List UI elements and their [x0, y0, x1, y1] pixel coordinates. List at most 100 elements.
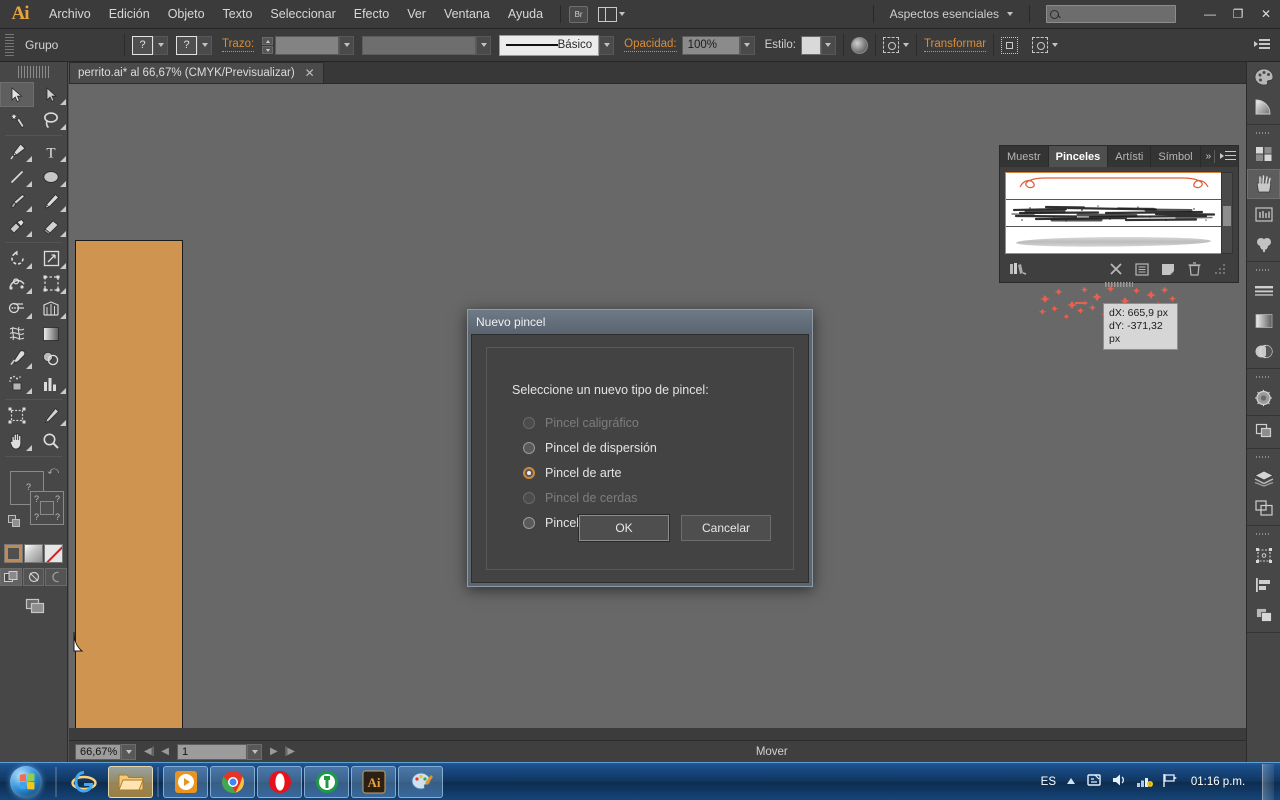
- draw-behind-button[interactable]: [22, 568, 45, 586]
- paintbrush-tool[interactable]: [0, 189, 34, 214]
- column-graph-tool[interactable]: [34, 371, 68, 396]
- artboards-panel-icon[interactable]: [1247, 493, 1280, 523]
- control-bar-grip[interactable]: [5, 34, 14, 56]
- transparency-panel-icon[interactable]: [1247, 336, 1280, 366]
- graphic-style-swatch[interactable]: [800, 35, 821, 55]
- last-page-icon[interactable]: |▶: [285, 746, 295, 757]
- google-chrome-icon[interactable]: [210, 765, 255, 798]
- ellipse-tool[interactable]: [34, 164, 68, 189]
- delete-brush-icon[interactable]: [1181, 260, 1207, 278]
- internet-explorer-icon[interactable]: [61, 766, 106, 798]
- artboard-tool[interactable]: [0, 403, 34, 428]
- menu-efecto[interactable]: Efecto: [345, 0, 398, 29]
- start-button[interactable]: [0, 764, 52, 800]
- draw-normal-button[interactable]: [0, 568, 22, 586]
- slice-tool[interactable]: [34, 403, 68, 428]
- search-input[interactable]: [1046, 5, 1176, 23]
- bridge-icon[interactable]: Br: [569, 5, 589, 23]
- radio-row-calligraphic[interactable]: Pincel caligráfico: [523, 410, 793, 435]
- list-item[interactable]: [1006, 227, 1222, 253]
- magic-wand-tool[interactable]: [0, 107, 34, 132]
- artboard-number-input[interactable]: 1: [177, 743, 247, 760]
- blend-tool[interactable]: [34, 346, 68, 371]
- close-button[interactable]: ✕: [1252, 4, 1280, 24]
- menu-ventana[interactable]: Ventana: [435, 0, 499, 29]
- brush-libraries-icon[interactable]: [1005, 260, 1031, 278]
- antivirus-icon[interactable]: [304, 765, 349, 798]
- default-fill-stroke-icon[interactable]: [8, 515, 21, 528]
- pencil-tool[interactable]: [34, 189, 68, 214]
- color-guide-icon[interactable]: [1247, 92, 1280, 122]
- list-item[interactable]: [1006, 200, 1222, 227]
- pathfinder-panel-icon[interactable]: [1247, 416, 1280, 446]
- menu-objeto[interactable]: Objeto: [159, 0, 214, 29]
- minimize-button[interactable]: —: [1196, 4, 1224, 24]
- radio-art[interactable]: [523, 466, 535, 479]
- illustrator-icon[interactable]: Ai: [351, 765, 396, 798]
- graphic-style-dropdown[interactable]: [820, 35, 836, 55]
- brush-definition-dropdown[interactable]: [599, 35, 615, 55]
- scrollbar-thumb[interactable]: [1223, 206, 1231, 226]
- network-icon[interactable]: !: [1136, 773, 1153, 791]
- menu-archivo[interactable]: Archivo: [40, 0, 100, 29]
- action-center-icon[interactable]: [1086, 772, 1102, 791]
- windows-explorer-icon[interactable]: [108, 765, 153, 798]
- remove-brush-link-icon[interactable]: [1103, 260, 1129, 278]
- stroke-weight-label[interactable]: Trazo:: [222, 38, 255, 52]
- zoom-tool[interactable]: [34, 428, 68, 453]
- tab-simbolos[interactable]: Símbol: [1151, 146, 1201, 167]
- dock-group-grip[interactable]: [1256, 372, 1271, 381]
- language-indicator[interactable]: ES: [1041, 776, 1056, 788]
- radio-row-bristle[interactable]: Pincel de cerdas: [523, 485, 793, 510]
- isolate-selected-icon[interactable]: [882, 37, 899, 53]
- radio-scatter[interactable]: [523, 441, 535, 454]
- status-text[interactable]: Mover: [303, 746, 1241, 758]
- lasso-tool[interactable]: [34, 107, 68, 132]
- media-player-icon[interactable]: [163, 765, 208, 798]
- fill-dropdown[interactable]: [153, 35, 168, 55]
- dock-group-grip[interactable]: [1256, 529, 1271, 538]
- screen-mode-button[interactable]: [0, 596, 67, 616]
- list-item[interactable]: [1006, 173, 1222, 200]
- pen-tool[interactable]: [0, 139, 34, 164]
- rotate-tool[interactable]: [0, 246, 34, 271]
- stroke-dropdown[interactable]: [197, 35, 212, 55]
- show-desktop-button[interactable]: [1262, 763, 1274, 800]
- appearance-panel-icon[interactable]: [1247, 383, 1280, 413]
- new-brush-icon[interactable]: [1155, 260, 1181, 278]
- hand-tool[interactable]: [0, 428, 34, 453]
- artboard-number-dropdown[interactable]: [247, 743, 262, 760]
- stroke-weight-input[interactable]: [275, 35, 340, 55]
- eraser-tool[interactable]: [34, 214, 68, 239]
- dock-group-grip[interactable]: [1256, 265, 1271, 274]
- menu-edicion[interactable]: Edición: [100, 0, 159, 29]
- document-tab[interactable]: perrito.ai* al 66,67% (CMYK/Previsualiza…: [69, 62, 324, 83]
- stroke-profile-dropdown[interactable]: [476, 35, 492, 55]
- selection-tool[interactable]: [0, 82, 34, 107]
- color-mode-button[interactable]: [4, 544, 23, 563]
- stroke-panel-icon[interactable]: [1247, 276, 1280, 306]
- scale-tool[interactable]: [34, 246, 68, 271]
- color-panel-icon[interactable]: [1247, 62, 1280, 92]
- align-panel-icon[interactable]: [1247, 570, 1280, 600]
- dock-group-grip[interactable]: [1256, 128, 1271, 137]
- blob-brush-tool[interactable]: [0, 214, 34, 239]
- eyedropper-tool[interactable]: [0, 346, 34, 371]
- radio-bristle[interactable]: [523, 491, 535, 504]
- brush-definition-select[interactable]: Básico: [499, 34, 600, 56]
- first-page-icon[interactable]: ◀|: [144, 746, 154, 757]
- zoom-level-input[interactable]: 66,67%: [75, 743, 121, 760]
- previous-page-icon[interactable]: ◀: [161, 746, 169, 757]
- stroke-color-swatch[interactable]: ? ? ? ?: [30, 491, 64, 525]
- width-tool[interactable]: [0, 271, 34, 296]
- menu-ver[interactable]: Ver: [398, 0, 435, 29]
- mesh-tool[interactable]: [0, 321, 34, 346]
- control-panel-menu-icon[interactable]: [1254, 39, 1270, 51]
- fill-swatch[interactable]: ?: [132, 35, 153, 55]
- brushes-panel-icon[interactable]: [1247, 169, 1280, 199]
- artboard-rectangle[interactable]: [75, 240, 183, 728]
- taskbar-clock[interactable]: 01:16 p.m.: [1187, 776, 1249, 788]
- swatches-panel-icon[interactable]: [1247, 139, 1280, 169]
- radio-row-scatter[interactable]: Pincel de dispersión: [523, 435, 793, 460]
- none-mode-button[interactable]: [44, 544, 63, 563]
